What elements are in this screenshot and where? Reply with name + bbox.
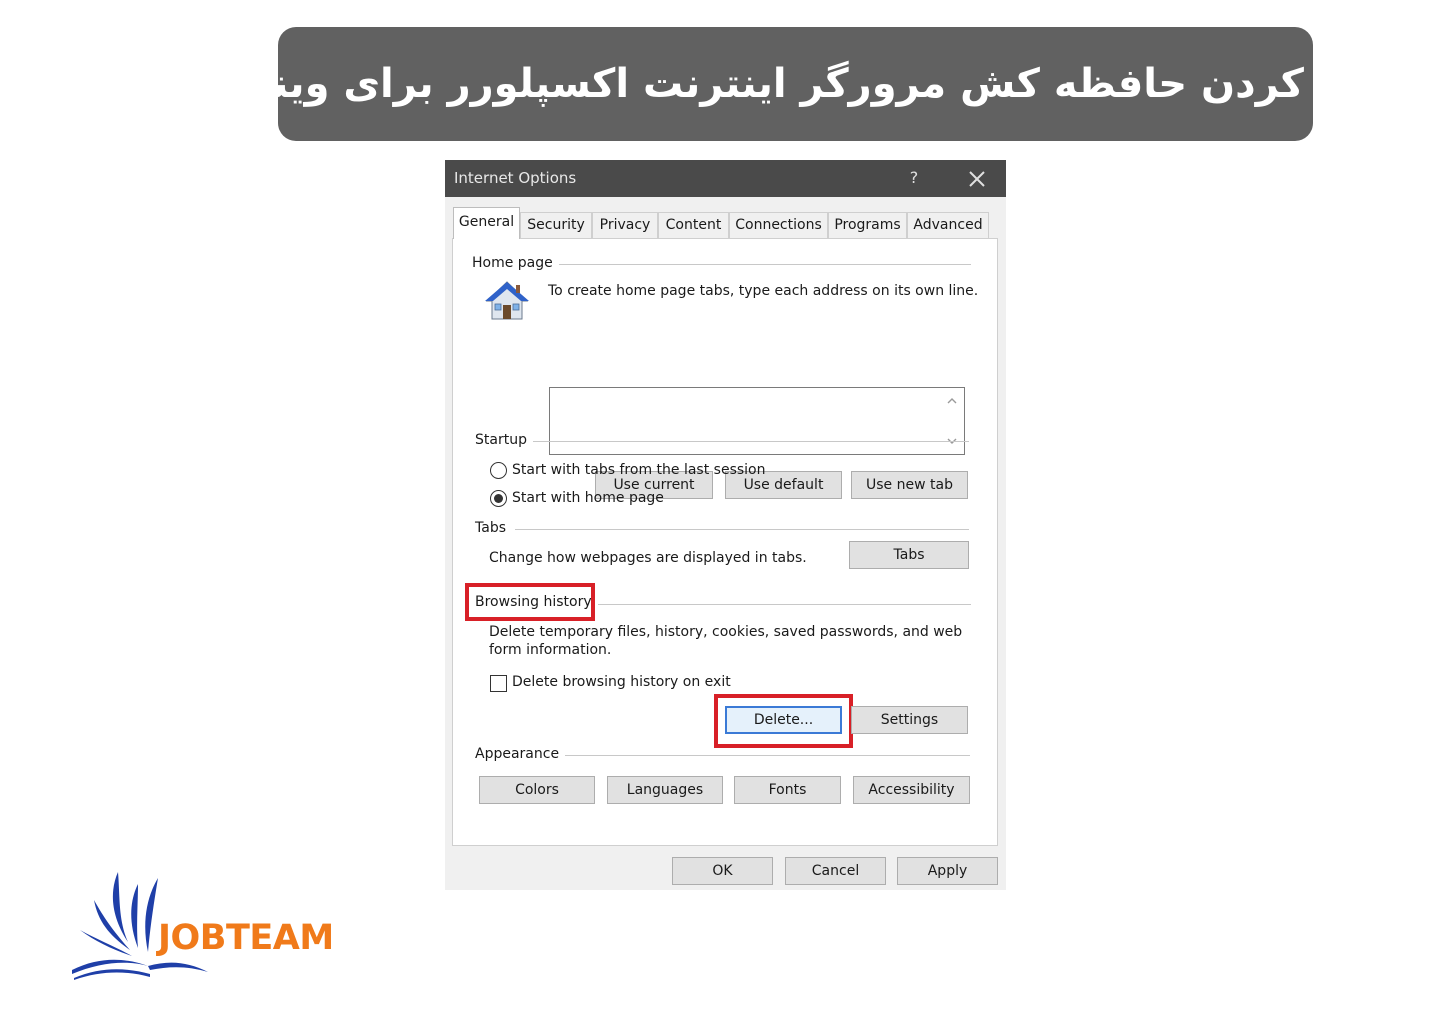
radio-home-page[interactable]	[490, 490, 507, 507]
divider	[555, 264, 971, 265]
tab-advanced[interactable]: Advanced	[907, 212, 989, 238]
tab-security[interactable]: Security	[520, 212, 592, 238]
tabs-button[interactable]: Tabs	[849, 541, 969, 569]
general-tab-panel: Home page To create home page tabs, type…	[452, 238, 998, 846]
divider	[593, 604, 971, 605]
logo-text: JOBTEAM	[158, 918, 334, 958]
home-page-instructions: To create home page tabs, type each addr…	[548, 283, 979, 299]
divider	[565, 755, 970, 756]
history-settings-button[interactable]: Settings	[851, 706, 968, 734]
banner-title: پاک کردن حافظه کش مرورگر اینترنت اکسپلور…	[202, 61, 1389, 107]
tabs-group-label: Tabs	[475, 520, 512, 536]
browsing-history-description-line1: Delete temporary files, history, cookies…	[489, 624, 963, 640]
apply-button[interactable]: Apply	[897, 857, 998, 885]
delete-on-exit-checkbox[interactable]	[490, 675, 507, 692]
help-button[interactable]: ?	[905, 165, 923, 191]
radio-home-page-label[interactable]: Start with home page	[512, 490, 664, 506]
tab-connections[interactable]: Connections	[729, 212, 828, 238]
delete-button-highlight	[714, 694, 853, 748]
use-new-tab-button[interactable]: Use new tab	[851, 471, 968, 499]
window-title: Internet Options	[454, 169, 577, 187]
home-page-label: Home page	[472, 255, 559, 271]
title-banner: پاک کردن حافظه کش مرورگر اینترنت اکسپلور…	[202, 27, 1389, 141]
tabs-description: Change how webpages are displayed in tab…	[489, 550, 807, 566]
home-page-address-input[interactable]	[549, 387, 965, 455]
tab-content[interactable]: Content	[658, 212, 729, 238]
jobteam-logo: JOBTEAM	[70, 870, 350, 985]
radio-last-session-label[interactable]: Start with tabs from the last session	[512, 462, 765, 478]
appearance-label: Appearance	[475, 746, 566, 762]
divider	[533, 441, 969, 442]
close-icon	[969, 171, 985, 187]
ok-button[interactable]: OK	[672, 857, 773, 885]
fonts-button[interactable]: Fonts	[734, 776, 841, 804]
tab-privacy[interactable]: Privacy	[592, 212, 658, 238]
tab-programs[interactable]: Programs	[828, 212, 907, 238]
languages-button[interactable]: Languages	[607, 776, 723, 804]
radio-selected-dot	[494, 494, 503, 503]
colors-button[interactable]: Colors	[479, 776, 595, 804]
title-bar[interactable]: Internet Options ?	[445, 160, 1006, 197]
divider	[515, 529, 969, 530]
startup-label: Startup	[475, 432, 533, 448]
delete-on-exit-label[interactable]: Delete browsing history on exit	[512, 674, 731, 690]
close-button[interactable]	[965, 163, 989, 193]
browsing-history-description-line2: form information.	[489, 642, 612, 658]
tab-general[interactable]: General	[453, 207, 520, 239]
radio-last-session[interactable]	[490, 462, 507, 479]
scroll-up-icon[interactable]	[946, 396, 958, 406]
internet-options-dialog: Internet Options ? General Security Priv…	[445, 160, 1006, 890]
accessibility-button[interactable]: Accessibility	[853, 776, 970, 804]
house-icon	[485, 281, 529, 320]
cancel-button[interactable]: Cancel	[785, 857, 886, 885]
browsing-history-highlight	[465, 583, 595, 621]
